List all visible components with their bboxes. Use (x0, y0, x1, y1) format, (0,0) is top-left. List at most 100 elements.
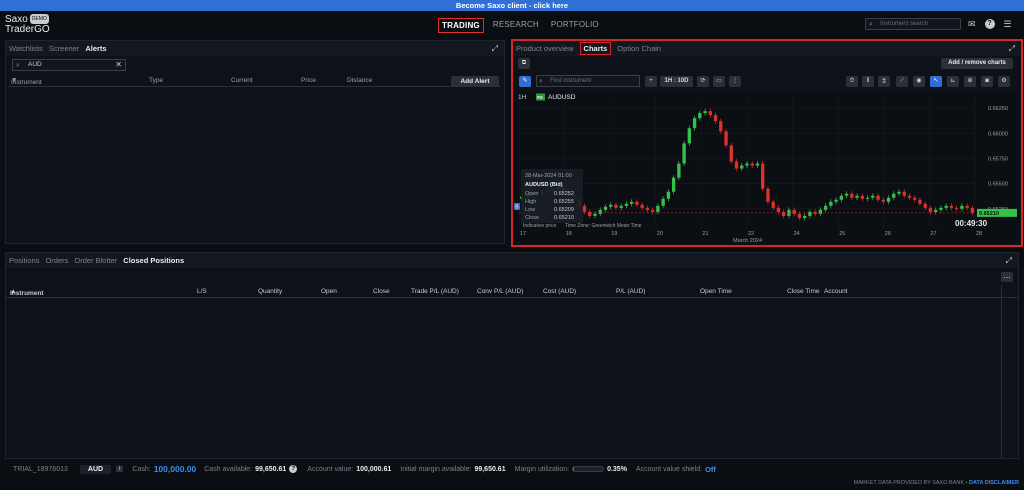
trendline-icon[interactable]: ⟋ (896, 76, 908, 87)
col-pos-instrument[interactable]: Instrument ▲ (10, 288, 44, 297)
alert-search-input[interactable]: ⌕ AUD ✕ (12, 59, 126, 71)
more-icon[interactable]: ⋮ (729, 76, 741, 87)
add-alert-button[interactable]: Add Alert (451, 76, 499, 87)
tooltip-row-label: Close (525, 215, 539, 221)
col-pos-instrument-label: Instrument (10, 290, 44, 297)
candle-body (907, 195, 912, 198)
indicators-icon[interactable]: ⩰ (878, 76, 890, 87)
x-tick-label: 19 (611, 231, 617, 237)
col-pl[interactable]: P/L (AUD) (616, 288, 645, 295)
col-type[interactable]: Type (149, 77, 163, 84)
positions-panel: Positions Orders Order Blotter Closed Po… (5, 252, 1019, 459)
nav-portfolio[interactable]: PORTFOLIO (548, 18, 602, 33)
logo[interactable]: Saxo DEMO TraderGO (5, 14, 50, 35)
month-label: March 2024 (733, 238, 762, 244)
tab-positions[interactable]: Positions (9, 256, 39, 265)
nav-research[interactable]: RESEARCH (490, 18, 542, 33)
candle-body (771, 201, 775, 208)
col-open-time[interactable]: Open Time (700, 288, 732, 295)
candle-body (755, 163, 760, 166)
data-disclaimer-link[interactable]: DATA DISCLAIMER (969, 480, 1019, 486)
tab-screener[interactable]: Screener (49, 44, 79, 53)
market-data-disclaimer: MARKET DATA PROVIDED BY SAXO BANK • DATA… (854, 480, 1019, 486)
chart-style-icon[interactable]: ▭ (713, 76, 725, 87)
col-conv-pl[interactable]: Conv P/L (AUD) (477, 288, 523, 295)
tab-orders[interactable]: Orders (45, 256, 68, 265)
mail-icon[interactable]: ✉ (968, 19, 976, 30)
interval-label: 1H (518, 94, 527, 101)
add-remove-charts-button[interactable]: Add / remove charts (941, 58, 1013, 69)
price-chart[interactable]: 0.652500.655000.657500.660000.6625017181… (513, 91, 1019, 244)
candle-body (666, 191, 671, 199)
currency-badge[interactable]: AUD (79, 464, 112, 474)
candle-body (860, 195, 864, 199)
account-id[interactable]: TRIAL_18976013 (13, 466, 68, 473)
cursor-icon[interactable]: ↖ (930, 76, 942, 87)
candle-body (650, 209, 655, 212)
col-cost[interactable]: Cost (AUD) (543, 288, 576, 295)
expand-icon[interactable]: ⤢ (492, 44, 498, 54)
col-instrument[interactable]: Instrument ▼ (11, 77, 42, 86)
col-ls[interactable]: L/S (197, 288, 207, 295)
draw-tool-icon[interactable]: ✎ (519, 76, 531, 87)
tab-charts[interactable]: Charts (579, 42, 612, 55)
candle-body (593, 213, 597, 216)
tab-closed-positions[interactable]: Closed Positions (123, 256, 184, 265)
column-options-button[interactable]: … (1001, 272, 1013, 282)
tab-alerts[interactable]: Alerts (85, 44, 106, 53)
candle-body (855, 195, 859, 198)
search-icon: ⌕ (869, 21, 873, 28)
candle-body (797, 213, 802, 218)
candles-icon[interactable]: ⫴ (862, 76, 874, 87)
shield-label: Account value shield: (635, 465, 703, 473)
promo-banner[interactable]: Become Saxo client - click here (0, 0, 1024, 11)
shield-value[interactable]: Off (705, 465, 716, 474)
candle-body (598, 209, 602, 214)
tab-product-overview[interactable]: Product overview (516, 44, 574, 53)
col-price[interactable]: Price (301, 77, 316, 84)
candle-body (823, 205, 828, 210)
candle-body (614, 204, 618, 208)
help-icon[interactable]: ? (289, 465, 298, 473)
tooltip-title: AUDUSD (Bid) (525, 182, 563, 188)
timer-icon[interactable]: ⏱ (846, 76, 858, 87)
candle-body (708, 111, 712, 116)
candle-body (745, 163, 749, 166)
tab-order-blotter[interactable]: Order Blotter (74, 256, 117, 265)
menu-icon[interactable]: ☰ (1004, 19, 1012, 30)
scroll-divider (1001, 285, 1002, 458)
col-close[interactable]: Close (373, 288, 390, 295)
col-quantity[interactable]: Quantity (258, 288, 282, 295)
settings-icon[interactable]: ⚙ (998, 76, 1010, 87)
instrument-search-input[interactable]: ⌕ Instrument search (865, 18, 961, 30)
popout-chart-button[interactable]: ⧉ (518, 58, 530, 69)
candle-body (713, 115, 718, 122)
tooltip-row-label: High (525, 199, 536, 205)
col-trade-pl[interactable]: Trade P/L (AUD) (411, 288, 459, 295)
nav-trading[interactable]: TRADING (438, 18, 484, 33)
charts-panel-tabs: Product overview Charts Option Chain (513, 41, 1021, 56)
expand-icon[interactable]: ⤢ (1009, 44, 1015, 54)
timeframe-label: 1H : 10D (664, 78, 689, 84)
compare-icon[interactable]: ⟳ (697, 76, 709, 87)
eye-icon[interactable]: ◉ (913, 76, 925, 87)
zoom-icon[interactable]: ⊕ (964, 76, 976, 87)
add-icon[interactable]: + (645, 76, 657, 87)
measure-icon[interactable]: ⊾ (947, 76, 959, 87)
find-instrument-input[interactable]: ⌕ Find instrument (536, 75, 640, 87)
expand-icon[interactable]: ⤢ (1006, 256, 1012, 266)
col-open[interactable]: Open (321, 288, 337, 295)
col-distance[interactable]: Distance (347, 77, 372, 84)
camera-icon[interactable]: ◙ (981, 76, 993, 87)
candle-body (960, 205, 964, 209)
tab-option-chain[interactable]: Option Chain (617, 44, 661, 53)
candle-body (965, 205, 969, 208)
timeframe-button[interactable]: 1H : 10D (660, 76, 693, 87)
info-icon[interactable]: i (116, 466, 124, 472)
help-icon[interactable]: ? (984, 19, 995, 29)
clear-search-icon[interactable]: ✕ (115, 60, 122, 70)
col-close-time[interactable]: Close Time (787, 288, 820, 295)
tab-watchlists[interactable]: Watchlists (9, 44, 43, 53)
col-account[interactable]: Account (824, 288, 848, 295)
col-current[interactable]: Current (231, 77, 253, 84)
